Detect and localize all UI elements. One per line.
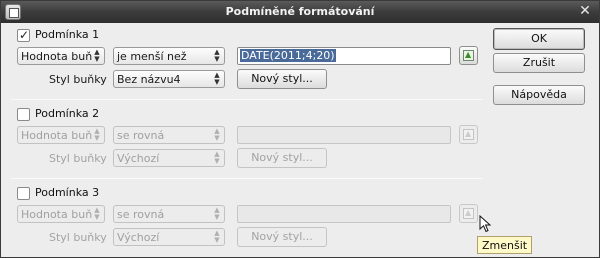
spin-arrows-icon: ▲ ▼ [94,206,100,221]
condition-3-style-label: Styl buňky [49,231,107,244]
conditional-formatting-dialog: Podmíněné formátování ✕ Podmínka 1 Hodno… [0,0,600,258]
ok-button[interactable]: OK [493,28,585,50]
condition-1-type-value: Hodnota buň [21,50,93,63]
shrink-icon [463,129,474,140]
shrink-icon [463,208,474,219]
spin-arrows-icon: ▲ ▼ [214,127,220,142]
spin-arrows-icon: ▲ ▼ [214,229,220,244]
condition-3-operator-value: se rovná [117,208,165,221]
condition-3-style-value: Výchozí [117,231,160,244]
condition-1-checkbox[interactable] [17,28,30,42]
condition-3-type-select[interactable]: Hodnota buň ▲ ▼ [17,205,105,223]
help-button[interactable]: Nápověda [493,85,585,105]
condition-3-shrink-button[interactable] [459,204,478,223]
condition-1-style-select[interactable]: Bez názvu4 ▲ ▼ [113,70,225,88]
condition-3-checkbox[interactable] [17,187,30,200]
window-title: Podmíněné formátování [225,5,375,18]
shrink-icon [463,50,474,61]
condition-2-type-select[interactable]: Hodnota buň ▲ ▼ [17,126,105,144]
condition-1-type-select[interactable]: Hodnota buň ▲ ▼ [17,47,105,65]
close-icon[interactable]: ✕ [577,4,593,20]
condition-1-new-style-button[interactable]: Nový styl... [237,69,327,89]
shrink-tooltip: Zmenšit [477,236,533,254]
condition-1-style-label: Styl buňky [49,73,107,86]
condition-1-operator-value: je menší než [117,50,187,63]
mouse-cursor-icon [479,215,492,233]
condition-2-checkbox[interactable] [17,108,30,121]
condition-3-style-select[interactable]: Výchozí ▲ ▼ [113,228,225,246]
condition-1-operator-select[interactable]: je menší než ▲ ▼ [113,47,225,65]
spin-arrows-icon: ▲ ▼ [214,206,220,221]
condition-3-value-input[interactable] [237,205,451,223]
spin-arrows-icon: ▲ ▼ [214,150,220,165]
condition-2-shrink-button[interactable] [459,125,478,144]
spin-arrows-icon: ▲ ▼ [214,48,220,63]
condition-1-value-input[interactable]: DATE(2011;4;20) [237,47,451,65]
separator [11,99,483,100]
condition-3-operator-select[interactable]: se rovná ▲ ▼ [113,205,225,223]
spin-arrows-icon: ▲ ▼ [94,127,100,142]
title-bar[interactable]: Podmíněné formátování ✕ [1,1,599,23]
condition-2-value-input[interactable] [237,126,451,144]
spin-arrows-icon: ▲ ▼ [214,71,220,86]
condition-2-new-style-button[interactable]: Nový styl... [237,148,327,168]
condition-1-value-text: DATE(2011;4;20) [240,49,336,62]
condition-1-style-value: Bez názvu4 [117,73,181,86]
condition-2-label: Podmínka 2 [35,107,100,120]
condition-2-operator-select[interactable]: se rovná ▲ ▼ [113,126,225,144]
cancel-button[interactable]: Zrušit [493,53,585,73]
condition-3-label: Podmínka 3 [35,186,100,199]
condition-1-shrink-button[interactable] [459,46,478,65]
condition-3-type-value: Hodnota buň [21,208,93,221]
condition-2-style-value: Výchozí [117,152,160,165]
condition-2-operator-value: se rovná [117,129,165,142]
condition-3-new-style-button[interactable]: Nový styl... [237,227,327,247]
spin-arrows-icon: ▲ ▼ [94,48,100,63]
condition-2-style-select[interactable]: Výchozí ▲ ▼ [113,149,225,167]
separator [11,178,483,179]
condition-1-label: Podmínka 1 [35,28,100,41]
condition-2-style-label: Styl buňky [49,152,107,165]
condition-2-type-value: Hodnota buň [21,129,93,142]
